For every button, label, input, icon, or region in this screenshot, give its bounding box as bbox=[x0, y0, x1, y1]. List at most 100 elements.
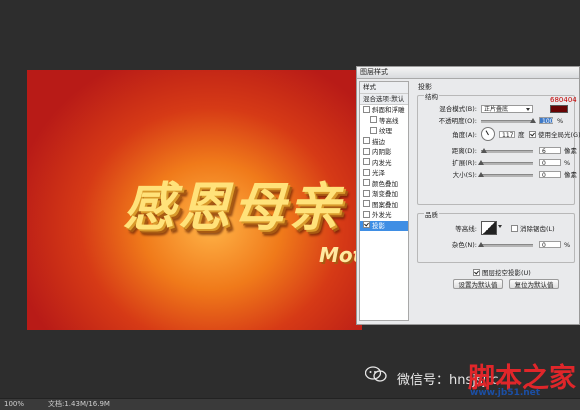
antialias-checkbox[interactable] bbox=[511, 224, 518, 232]
style-item-label: 纹理 bbox=[379, 127, 392, 135]
site-url: www.jb51.net bbox=[470, 388, 541, 398]
size-input[interactable]: 0 bbox=[539, 171, 561, 179]
style-item[interactable]: 等高线 bbox=[360, 116, 408, 127]
angle-dial[interactable] bbox=[481, 127, 495, 141]
styles-header[interactable]: 样式 bbox=[360, 82, 408, 94]
style-item[interactable]: 投影 bbox=[360, 220, 408, 231]
opacity-unit: % bbox=[557, 117, 564, 125]
blend-mode-label: 混合模式(B): bbox=[439, 105, 477, 113]
blend-options-item[interactable]: 混合选项:默认 bbox=[360, 93, 408, 105]
chevron-down-icon bbox=[498, 225, 502, 228]
size-slider[interactable] bbox=[478, 172, 533, 177]
style-item[interactable]: 内阴影 bbox=[360, 147, 408, 158]
knockout-toggle[interactable]: 图层挖空投影(U) bbox=[473, 267, 531, 279]
antialias-label: 消除锯齿(L) bbox=[520, 225, 555, 233]
spread-input[interactable]: 0 bbox=[539, 159, 561, 167]
opacity-label: 不透明度(O): bbox=[438, 117, 477, 125]
style-checkbox[interactable] bbox=[363, 200, 370, 207]
spread-label: 扩展(R): bbox=[452, 159, 477, 167]
dialog-title: 图层样式 bbox=[357, 67, 579, 79]
style-item[interactable]: 斜面和浮雕 bbox=[360, 105, 408, 116]
style-item[interactable]: 外发光 bbox=[360, 210, 408, 221]
opacity-input[interactable]: 100 bbox=[539, 117, 553, 125]
defaults-buttons-row: 设置为默认值 复位为默认值 bbox=[415, 279, 577, 292]
zoom-level[interactable]: 100% bbox=[4, 399, 24, 410]
style-checkbox[interactable] bbox=[363, 179, 370, 186]
make-default-button[interactable]: 设置为默认值 bbox=[453, 279, 503, 289]
noise-slider-knob[interactable] bbox=[478, 242, 484, 247]
doc-size: 文档:1.43M/16.9M bbox=[48, 400, 110, 408]
wechat-icon bbox=[365, 366, 387, 382]
noise-input[interactable]: 0 bbox=[539, 241, 561, 249]
noise-slider[interactable] bbox=[478, 242, 533, 247]
shadow-color-swatch[interactable] bbox=[550, 105, 568, 113]
style-checkbox[interactable] bbox=[363, 105, 370, 113]
global-light-toggle[interactable]: 使用全局光(G) bbox=[529, 127, 580, 143]
style-checkbox[interactable] bbox=[363, 147, 370, 155]
global-light-checkbox[interactable] bbox=[529, 130, 536, 138]
layer-style-dialog: 图层样式 样式 混合选项:默认 斜面和浮雕等高线纹理描边 内阴影内发光 光泽 颜色叠加… bbox=[356, 66, 580, 325]
angle-input[interactable]: 117 bbox=[499, 131, 515, 139]
section-title: 投影 bbox=[418, 83, 432, 91]
contour-label: 等高线: bbox=[455, 225, 477, 233]
quality-group: 品质 等高线: 消除锯齿(L) 杂色(N): 0 % bbox=[417, 209, 575, 263]
style-item-label: 内阴影 bbox=[372, 148, 392, 156]
style-checkbox[interactable] bbox=[363, 168, 370, 176]
style-item[interactable]: 颜色叠加 bbox=[360, 179, 408, 190]
status-bar: 100% 文档:1.43M/16.9M bbox=[0, 398, 580, 410]
knockout-checkbox[interactable] bbox=[473, 268, 480, 276]
canvas-main-text: 感恩母亲 bbox=[123, 178, 344, 238]
distance-input[interactable]: 6 bbox=[539, 147, 561, 155]
style-checkbox[interactable] bbox=[370, 116, 377, 123]
structure-group: 结构 混合模式(B): 正片叠底 680404 不透明度(O): 100 % 角… bbox=[417, 91, 580, 205]
style-item[interactable]: 内发光 bbox=[360, 158, 408, 169]
noise-unit: % bbox=[564, 241, 571, 249]
angle-label: 角度(A): bbox=[452, 131, 477, 139]
spread-unit: % bbox=[564, 159, 571, 167]
angle-row: 角度(A): 117 度 使用全局光(G) bbox=[421, 127, 580, 145]
style-item[interactable]: 光泽 bbox=[360, 168, 408, 179]
style-checkbox[interactable] bbox=[370, 126, 377, 134]
opacity-slider-knob[interactable] bbox=[530, 118, 536, 123]
contour-picker[interactable] bbox=[481, 221, 497, 235]
blend-mode-select[interactable]: 正片叠底 bbox=[481, 105, 533, 113]
style-checkbox[interactable] bbox=[363, 158, 370, 165]
distance-slider-knob[interactable] bbox=[481, 148, 487, 153]
contour-row: 等高线: 消除锯齿(L) bbox=[421, 221, 571, 239]
style-checkbox[interactable] bbox=[363, 210, 370, 218]
size-unit: 像素 bbox=[564, 171, 577, 179]
style-item[interactable]: 渐变叠加 bbox=[360, 189, 408, 200]
blend-mode-row: 混合模式(B): 正片叠底 680404 bbox=[421, 96, 577, 115]
style-checkbox[interactable] bbox=[363, 137, 370, 144]
knockout-row: 图层挖空投影(U) bbox=[415, 267, 577, 279]
antialias-toggle[interactable]: 消除锯齿(L) bbox=[511, 221, 555, 237]
spread-row: 扩展(R): 0 % bbox=[421, 157, 571, 169]
style-item-label: 投影 bbox=[372, 221, 385, 230]
style-item[interactable]: 纹理 bbox=[360, 126, 408, 137]
size-row: 大小(S): 0 像素 bbox=[421, 169, 577, 181]
style-item[interactable]: 图案叠加 bbox=[360, 200, 408, 211]
style-item[interactable]: 描边 bbox=[360, 137, 408, 148]
style-item-label: 图案叠加 bbox=[372, 200, 398, 209]
style-item-label: 等高线 bbox=[379, 116, 399, 125]
document-canvas[interactable]: 感恩母亲 Mother bbox=[27, 70, 362, 330]
reset-default-button[interactable]: 复位为默认值 bbox=[509, 279, 559, 289]
distance-slider[interactable] bbox=[481, 148, 533, 153]
spread-slider-knob[interactable] bbox=[478, 160, 484, 165]
workspace: 感恩母亲 Mother 图层样式 样式 混合选项:默认 斜面和浮雕等高线纹理描边… bbox=[0, 0, 580, 398]
style-checkbox[interactable] bbox=[363, 221, 370, 228]
noise-row: 杂色(N): 0 % bbox=[421, 239, 571, 251]
contour-dropdown[interactable] bbox=[498, 223, 504, 231]
style-item-label: 颜色叠加 bbox=[372, 179, 398, 188]
styles-list: 样式 混合选项:默认 斜面和浮雕等高线纹理描边 内阴影内发光 光泽 颜色叠加 渐变叠加图… bbox=[359, 81, 409, 321]
size-slider-knob[interactable] bbox=[478, 172, 484, 177]
angle-unit: 度 bbox=[518, 131, 525, 139]
distance-label: 距离(D): bbox=[451, 147, 477, 155]
opacity-row: 不透明度(O): 100 % bbox=[421, 115, 571, 127]
style-item-label: 斜面和浮雕 bbox=[372, 106, 405, 114]
opacity-slider[interactable] bbox=[481, 118, 536, 123]
style-checkbox[interactable] bbox=[363, 189, 370, 197]
spread-slider[interactable] bbox=[478, 160, 533, 165]
chevron-down-icon bbox=[526, 108, 530, 111]
global-light-label: 使用全局光(G) bbox=[538, 131, 580, 139]
